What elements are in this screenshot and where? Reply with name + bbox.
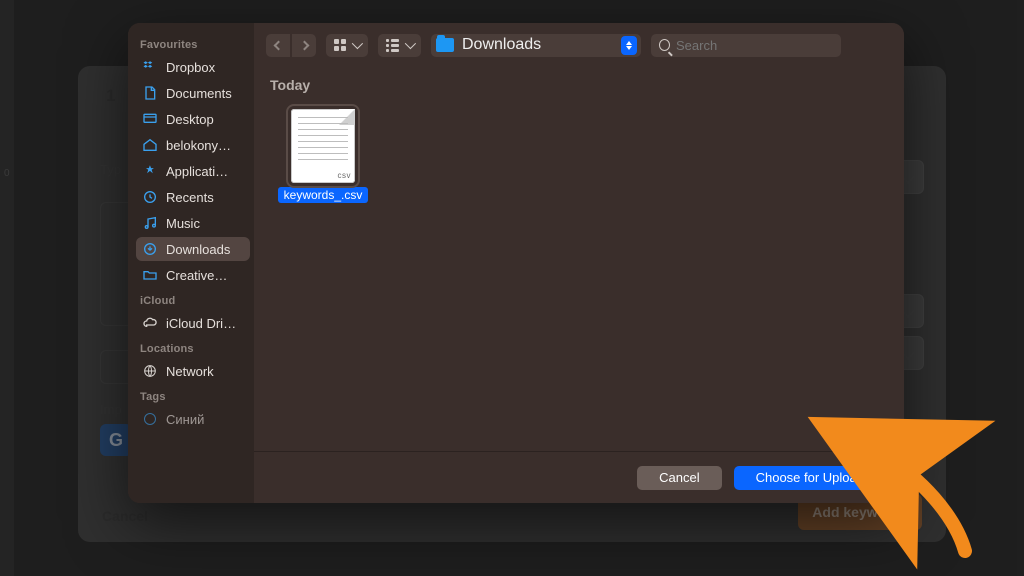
search-icon	[659, 39, 670, 51]
chevron-right-icon	[299, 40, 309, 50]
chevron-down-icon	[405, 38, 416, 49]
sidebar-section-icloud: iCloud	[136, 289, 250, 309]
music-icon	[142, 215, 158, 231]
sidebar-section-locations: Locations	[136, 337, 250, 357]
choose-for-upload-button[interactable]: Choose for Upload	[734, 466, 886, 490]
path-popup-button[interactable]: Downloads	[431, 34, 641, 57]
cancel-button[interactable]: Cancel	[637, 466, 721, 490]
file-type-badge: csv	[338, 171, 352, 180]
sidebar-item-label: Creative…	[166, 268, 227, 283]
sidebar-item-creative[interactable]: Creative…	[136, 263, 250, 287]
sidebar-item-network[interactable]: Network	[136, 359, 250, 383]
globe-icon	[142, 363, 158, 379]
sidebar-item-label: Documents	[166, 86, 232, 101]
sidebar-item-label: Синий	[166, 412, 204, 427]
toolbar: Downloads	[254, 23, 904, 63]
file-name-label: keywords_.csv	[278, 187, 369, 203]
document-icon	[142, 85, 158, 101]
nav-back-button[interactable]	[266, 34, 290, 57]
clock-icon	[142, 189, 158, 205]
sidebar-section-favourites: Favourites	[136, 33, 250, 53]
sidebar: Favourites Dropbox Documents Desktop bel…	[128, 23, 254, 503]
sidebar-item-recents[interactable]: Recents	[136, 185, 250, 209]
sidebar-item-label: Applicati…	[166, 164, 228, 179]
sidebar-item-label: Music	[166, 216, 200, 231]
list-icon	[386, 39, 399, 52]
stepper-icon	[621, 36, 637, 55]
dialog-footer: Cancel Choose for Upload	[254, 451, 904, 503]
file-item[interactable]: csv keywords_.csv	[268, 103, 378, 209]
main-area: Downloads Today csv keywords_.csv	[254, 23, 904, 503]
cloud-icon	[142, 315, 158, 331]
file-thumbnail: csv	[291, 109, 355, 183]
sidebar-item-label: Dropbox	[166, 60, 215, 75]
sidebar-item-music[interactable]: Music	[136, 211, 250, 235]
sidebar-item-tag-blue[interactable]: Синий	[136, 407, 250, 431]
applications-icon	[142, 163, 158, 179]
chevron-down-icon	[352, 38, 363, 49]
sidebar-item-label: Recents	[166, 190, 214, 205]
file-open-panel: Favourites Dropbox Documents Desktop bel…	[128, 23, 904, 503]
sidebar-item-label: Network	[166, 364, 214, 379]
sidebar-item-documents[interactable]: Documents	[136, 81, 250, 105]
sidebar-item-label: iCloud Dri…	[166, 316, 236, 331]
search-field[interactable]	[651, 34, 841, 57]
sidebar-item-icloud-drive[interactable]: iCloud Dri…	[136, 311, 250, 335]
folder-icon	[142, 267, 158, 283]
path-label: Downloads	[462, 36, 541, 54]
sidebar-item-downloads[interactable]: Downloads	[136, 237, 250, 261]
grid-icon	[334, 39, 346, 51]
download-icon	[142, 241, 158, 257]
sidebar-section-tags: Tags	[136, 385, 250, 405]
sidebar-item-desktop[interactable]: Desktop	[136, 107, 250, 131]
nav-forward-button[interactable]	[292, 34, 316, 57]
view-group-mode-button[interactable]	[378, 34, 421, 57]
sidebar-item-label: Downloads	[166, 242, 230, 257]
file-browser-content[interactable]: Today csv keywords_.csv	[254, 63, 904, 451]
home-icon	[142, 137, 158, 153]
desktop-icon	[142, 111, 158, 127]
dropbox-icon	[142, 59, 158, 75]
sidebar-item-home[interactable]: belokony…	[136, 133, 250, 157]
tag-dot-icon	[142, 411, 158, 427]
folder-icon	[436, 38, 454, 52]
sidebar-item-dropbox[interactable]: Dropbox	[136, 55, 250, 79]
sidebar-item-applications[interactable]: Applicati…	[136, 159, 250, 183]
group-heading-today: Today	[268, 73, 890, 103]
search-input[interactable]	[676, 38, 833, 53]
chevron-left-icon	[273, 40, 283, 50]
view-icon-mode-button[interactable]	[326, 34, 368, 57]
sidebar-item-label: Desktop	[166, 112, 214, 127]
sidebar-item-label: belokony…	[166, 138, 231, 153]
